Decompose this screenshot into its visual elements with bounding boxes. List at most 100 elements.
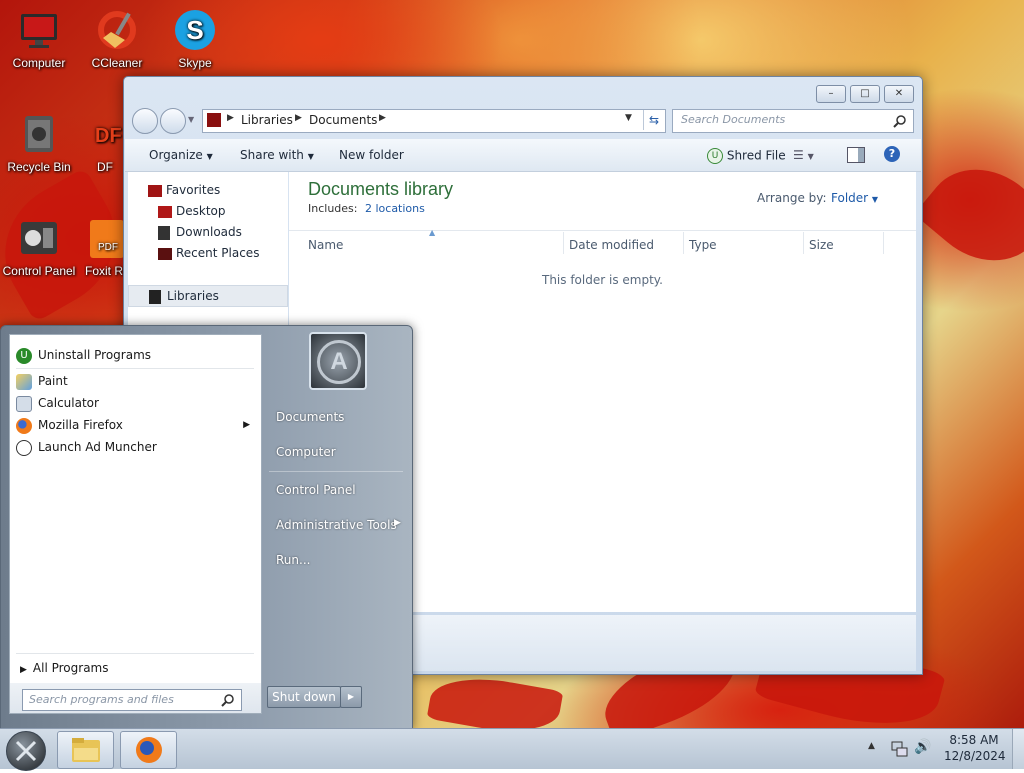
nav-favorites[interactable]: Favorites (148, 180, 220, 200)
nav-libraries-label: Libraries (167, 289, 219, 303)
desktop-icon-control-panel[interactable]: Control Panel (1, 216, 77, 278)
recent-pages-icon[interactable]: ▼ (188, 115, 194, 124)
view-options-icon[interactable]: ☰ ▼ (793, 148, 814, 162)
shutdown-button[interactable]: Shut down (267, 686, 341, 708)
start-link-run[interactable]: Run... (276, 553, 310, 567)
forward-button[interactable] (160, 108, 186, 134)
column-header-size[interactable]: Size (809, 238, 834, 252)
volume-icon[interactable]: 🔊 (914, 739, 931, 755)
address-bar[interactable]: ▶ Libraries ▶ Documents ▶ ▼ ⇆ (202, 109, 666, 133)
column-divider[interactable] (803, 232, 804, 254)
start-link-control-panel[interactable]: Control Panel (276, 483, 356, 497)
column-divider[interactable] (683, 232, 684, 254)
start-menu-programs: U Uninstall Programs Paint Calculator Moz… (9, 334, 262, 714)
search-icon[interactable] (221, 693, 235, 707)
column-divider[interactable] (883, 232, 884, 254)
show-desktop-button[interactable] (1012, 729, 1024, 769)
column-header-name[interactable]: Name (308, 238, 343, 252)
taskbar-firefox-button[interactable] (120, 731, 177, 769)
share-with-button[interactable]: Share with ▼ (240, 148, 314, 162)
program-mozilla-firefox[interactable]: Mozilla Firefox ▶ (16, 415, 254, 435)
search-box[interactable]: Search Documents (672, 109, 914, 133)
empty-folder-message: This folder is empty. (542, 273, 663, 287)
organize-button[interactable]: Organize ▼ (149, 148, 213, 162)
foxit-icon: PDF (84, 216, 124, 260)
desktop-icon-df[interactable]: DF DF (85, 112, 125, 174)
start-link-administrative-tools[interactable]: Administrative Tools (276, 518, 397, 532)
nav-recent-places[interactable]: Recent Places (158, 243, 259, 263)
chevron-down-icon: ▼ (871, 195, 879, 204)
all-programs-button[interactable]: ▶ All Programs (20, 658, 109, 678)
breadcrumb-separator-icon: ▶ (227, 113, 234, 123)
clock[interactable]: 8:58 AM 12/8/2024 (944, 733, 1006, 763)
maximize-button[interactable]: □ (850, 85, 880, 103)
search-input[interactable]: Search Documents (681, 113, 785, 126)
breadcrumb-documents[interactable]: Documents (309, 113, 377, 127)
shutdown-options-arrow-icon[interactable]: ▶ (340, 686, 362, 708)
nav-downloads[interactable]: Downloads (158, 222, 242, 242)
desktop-icon-label: DF (97, 160, 113, 174)
show-hidden-icons-icon[interactable]: ▲ (868, 741, 875, 751)
column-header-type[interactable]: Type (689, 238, 717, 252)
minimize-button[interactable]: – (816, 85, 846, 103)
desktop-icon-recycle-bin[interactable]: Recycle Bin (1, 112, 77, 174)
taskbar-explorer-button[interactable] (57, 731, 114, 769)
program-label: Calculator (38, 396, 99, 410)
chevron-right-icon: ▶ (20, 665, 27, 675)
uninstall-icon: U (16, 347, 32, 364)
breadcrumb-libraries[interactable]: Libraries (241, 113, 293, 127)
program-uninstall-programs[interactable]: U Uninstall Programs (16, 345, 151, 365)
new-folder-button[interactable]: New folder (339, 148, 404, 162)
search-icon[interactable] (893, 114, 907, 128)
shred-file-button[interactable]: U Shred File (707, 148, 786, 164)
ccleaner-icon (95, 8, 139, 52)
desktop-icon-skype[interactable]: S Skype (157, 8, 233, 70)
desktop-icon-label: Foxit R (84, 264, 123, 278)
address-dropdown-icon[interactable]: ▼ (625, 113, 632, 123)
avengers-logo-icon: A (317, 340, 361, 384)
start-link-documents[interactable]: Documents (276, 410, 344, 424)
includes-label: Includes: (308, 202, 358, 215)
refresh-icon[interactable]: ⇆ (643, 110, 664, 130)
library-includes: Includes: 2 locations (308, 202, 425, 215)
all-programs-label: All Programs (32, 661, 109, 675)
close-button[interactable]: ✕ (884, 85, 914, 103)
control-panel-icon (17, 216, 61, 260)
desktop-folder-icon (158, 205, 172, 218)
desktop-icon-label: Computer (12, 56, 66, 70)
desktop-icon-ccleaner[interactable]: CCleaner (79, 8, 155, 70)
program-label: Mozilla Firefox (38, 418, 123, 432)
svg-text:S: S (186, 15, 203, 45)
start-orb-icon (15, 740, 37, 762)
column-divider[interactable] (563, 232, 564, 254)
library-icon (207, 113, 221, 127)
skype-icon: S (173, 8, 217, 52)
arrange-by-dropdown[interactable]: Folder ▼ (831, 191, 878, 205)
program-launch-ad-muncher[interactable]: Launch Ad Muncher (16, 437, 157, 457)
command-bar: Organize ▼ Share with ▼ New folder U Shr… (125, 139, 921, 172)
shred-file-label: Shred File (726, 148, 786, 163)
user-avatar[interactable]: A (309, 332, 367, 390)
back-button[interactable] (132, 108, 158, 134)
column-header-date-modified[interactable]: Date modified (569, 238, 654, 252)
program-calculator[interactable]: Calculator (16, 393, 99, 413)
start-button[interactable] (6, 731, 46, 771)
submenu-arrow-icon[interactable]: ▶ (243, 415, 250, 435)
nav-desktop[interactable]: Desktop (158, 201, 226, 221)
preview-pane-icon[interactable] (847, 147, 865, 163)
includes-locations-link[interactable]: 2 locations (365, 202, 425, 215)
program-paint[interactable]: Paint (16, 371, 68, 391)
nav-libraries[interactable]: Libraries (128, 285, 288, 307)
organize-label: Organize (149, 148, 203, 162)
network-icon[interactable] (890, 739, 908, 757)
start-link-computer[interactable]: Computer (276, 445, 336, 459)
divider (16, 653, 254, 654)
recycle-bin-icon (17, 112, 61, 156)
desktop-icon-foxit[interactable]: PDF Foxit R (84, 216, 124, 278)
breadcrumb-separator-icon: ▶ (295, 113, 302, 123)
help-icon[interactable]: ? (884, 146, 900, 162)
start-search-box[interactable]: Search programs and files (22, 689, 242, 711)
start-search-input[interactable]: Search programs and files (29, 693, 174, 706)
desktop-icon-computer[interactable]: Computer (1, 8, 77, 70)
submenu-arrow-icon[interactable]: ▶ (394, 518, 401, 528)
